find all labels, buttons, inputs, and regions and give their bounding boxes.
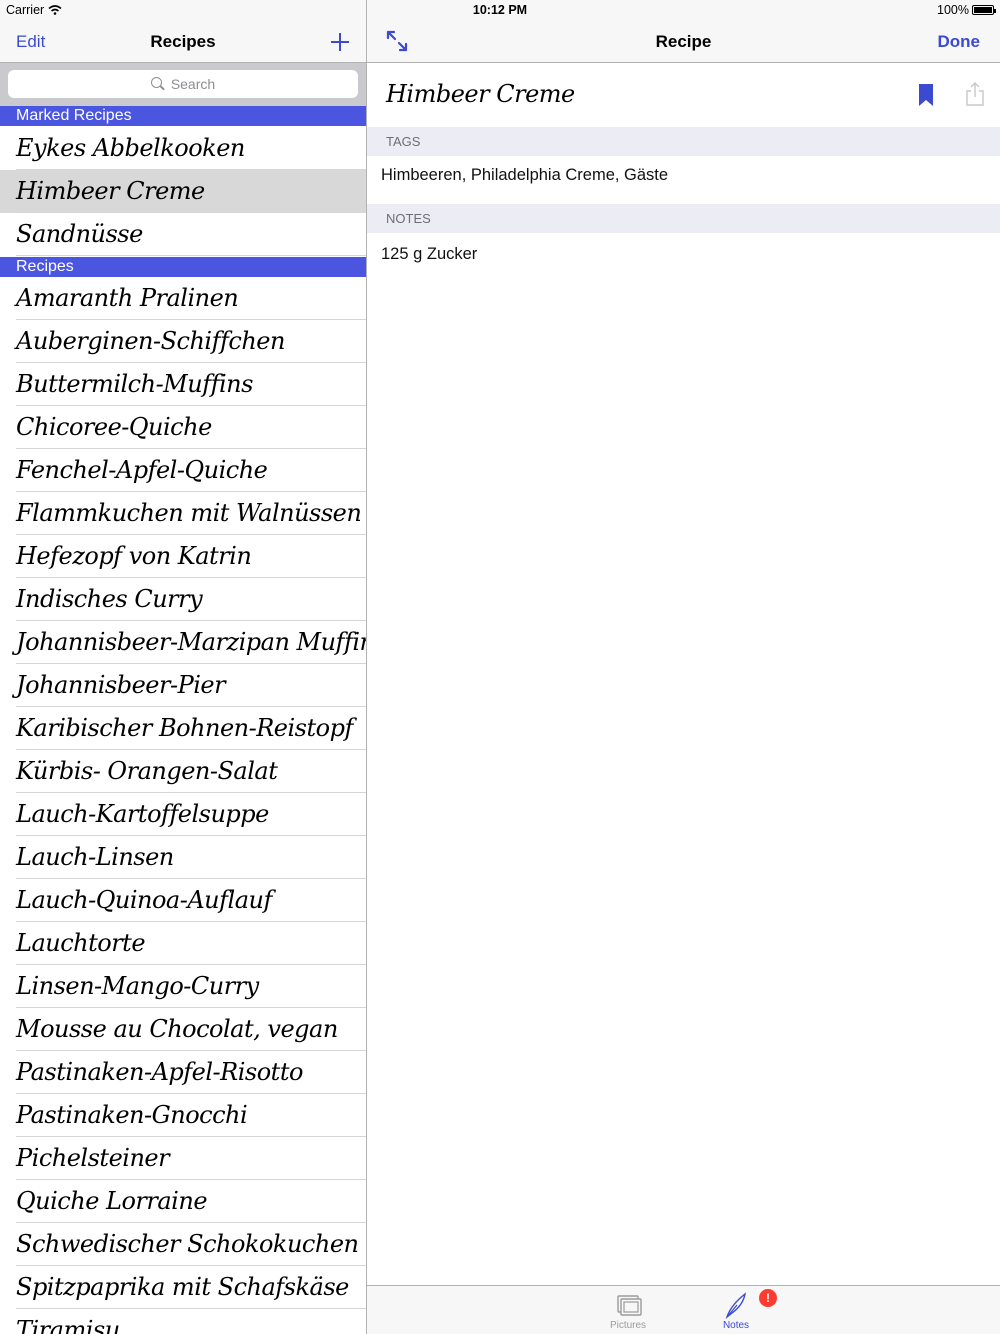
list-item[interactable]: Lauchtorte — [0, 922, 366, 965]
list-item[interactable]: Quiche Lorraine — [0, 1180, 366, 1223]
list-item[interactable]: Flammkuchen mit Walnüssen — [0, 492, 366, 535]
list-item[interactable]: Hefezopf von Katrin — [0, 535, 366, 578]
list-item-selected[interactable]: Himbeer Creme — [0, 170, 366, 213]
recipe-nav-bar: Recipe Done — [367, 22, 1000, 63]
search-placeholder: Search — [170, 76, 216, 92]
quill-icon — [725, 1292, 747, 1319]
list-item[interactable]: Sandnüsse — [0, 213, 366, 256]
tab-notes[interactable]: ! Notes — [691, 1286, 781, 1334]
list-item[interactable]: Fenchel-Apfel-Quiche — [0, 449, 366, 492]
list-item[interactable]: Chicoree-Quiche — [0, 406, 366, 449]
tab-notes-label: Notes — [722, 1320, 750, 1331]
bookmark-icon[interactable] — [919, 84, 933, 106]
list-item[interactable]: Pichelsteiner — [0, 1137, 366, 1180]
list-item[interactable]: Lauch-Linsen — [0, 836, 366, 879]
list-item[interactable]: Lauch-Kartoffelsuppe — [0, 793, 366, 836]
tab-pictures[interactable]: Pictures — [583, 1286, 673, 1334]
list-item[interactable]: Spitzpaprika mit Schafskäse — [0, 1266, 366, 1309]
list-item[interactable]: Johannisbeer-Pier — [0, 664, 366, 707]
list-item[interactable]: Pastinaken-Gnocchi — [0, 1094, 366, 1137]
list-item[interactable]: Linsen-Mango-Curry — [0, 965, 366, 1008]
list-item[interactable]: Buttermilch-Muffins — [0, 363, 366, 406]
list-item[interactable]: Tiramisu — [0, 1309, 366, 1334]
recipe-nav-title: Recipe — [655, 32, 712, 51]
share-icon[interactable] — [965, 82, 985, 106]
list-item[interactable]: Auberginen-Schiffchen — [0, 320, 366, 363]
recipes-master-pane: Edit Recipes Search Marked Recipes Eykes… — [0, 0, 366, 1334]
list-item[interactable]: Schwedischer Schokokuchen — [0, 1223, 366, 1266]
tab-pictures-label: Pictures — [609, 1320, 647, 1331]
search-bar: Search — [0, 63, 366, 106]
done-button[interactable]: Done — [938, 32, 981, 52]
add-recipe-button[interactable] — [326, 28, 354, 56]
pictures-icon — [617, 1295, 642, 1316]
list-item[interactable]: Kürbis- Orangen-Salat — [0, 750, 366, 793]
notes-badge: ! — [759, 1289, 777, 1307]
recipes-nav-bar: Edit Recipes — [0, 22, 366, 63]
search-input[interactable]: Search — [8, 70, 358, 98]
list-item[interactable]: Karibischer Bohnen-Reistopf — [0, 707, 366, 750]
notes-value[interactable]: 125 g Zucker — [381, 245, 477, 264]
recipe-detail-pane: Recipe Done Himbeer Creme TAGS Himbeeren… — [367, 0, 1000, 1334]
recipe-title: Himbeer Creme — [386, 80, 575, 108]
tags-value[interactable]: Himbeeren, Philadelphia Creme, Gäste — [381, 166, 668, 185]
list-item[interactable]: Pastinaken-Apfel-Risotto — [0, 1051, 366, 1094]
list-item[interactable]: Johannisbeer-Marzipan Muffins — [0, 621, 366, 664]
section-header-marked: Marked Recipes — [0, 106, 366, 126]
tab-bar: Pictures ! Notes — [367, 1285, 1000, 1334]
search-icon — [150, 77, 165, 91]
list-item[interactable]: Indisches Curry — [0, 578, 366, 621]
recipes-title: Recipes — [150, 32, 216, 51]
list-item[interactable]: Lauch-Quinoa-Auflauf — [0, 879, 366, 922]
section-header-recipes: Recipes — [0, 257, 366, 277]
list-item[interactable]: Mousse au Chocolat, vegan — [0, 1008, 366, 1051]
list-item[interactable]: Eykes Abbelkooken — [0, 127, 366, 170]
list-item[interactable]: Amaranth Pralinen — [0, 277, 366, 320]
notes-header: NOTES — [367, 204, 1000, 233]
tags-header: TAGS — [367, 127, 1000, 156]
